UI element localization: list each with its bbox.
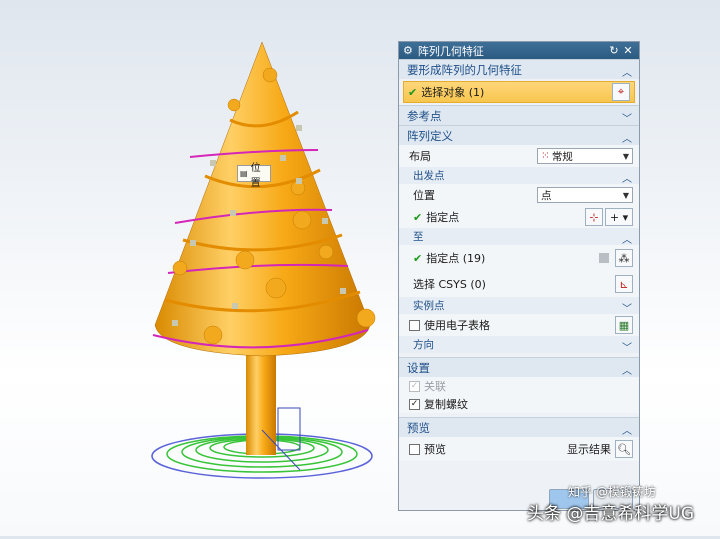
position-tooltip: ▤ 位置: [237, 163, 271, 189]
copy-threads-row[interactable]: ✓ 复制螺纹: [399, 395, 639, 413]
csys-icon[interactable]: ⊾: [615, 275, 633, 293]
associative-checkbox: ✓: [409, 380, 420, 392]
layout-dropdown[interactable]: ⁙ 常规 ▼: [537, 148, 633, 164]
chevron-up-icon[interactable]: ︿: [621, 170, 633, 185]
plus-point-icon[interactable]: + ▾: [605, 208, 633, 226]
to-specify-point-row[interactable]: ✔ 指定点 (19) ⁂: [399, 245, 639, 271]
show-result-label: 显示结果: [567, 443, 611, 456]
close-icon[interactable]: ✕: [621, 44, 635, 57]
subsection-to[interactable]: 至 ︿: [399, 228, 639, 246]
subsection-instance-points[interactable]: 实例点 ﹀: [399, 297, 639, 315]
select-object-row[interactable]: ✔ 选择对象 (1) ⌖: [403, 81, 635, 103]
point-dialog-icon[interactable]: ⊹: [585, 208, 603, 226]
toutiao-watermark: 头条 @吉意希科学UG: [527, 504, 695, 524]
checkmark-icon: ✔: [413, 251, 423, 265]
use-spreadsheet-checkbox[interactable]: [409, 319, 420, 331]
use-spreadsheet-row[interactable]: 使用电子表格 ▦: [399, 314, 639, 336]
associative-row: ✓ 关联: [399, 377, 639, 395]
checkmark-icon: ✔: [413, 210, 423, 224]
layout-label: 布局: [409, 150, 431, 163]
chevron-up-icon[interactable]: ︿: [621, 422, 633, 437]
chevron-up-icon[interactable]: ︿: [621, 130, 633, 145]
use-spreadsheet-label: 使用电子表格: [424, 319, 490, 332]
section-ref-point[interactable]: 参考点 ﹀: [399, 105, 639, 125]
position-dropdown[interactable]: 点 ▼: [537, 187, 633, 203]
from-specify-point-row[interactable]: ✔ 指定点 ⊹ + ▾: [399, 206, 639, 228]
pattern-geometry-dialog: ⚙ 阵列几何特征 ↻ ✕ 要形成阵列的几何特征 ︿ ✔ 选择对象 (1) ⌖ 参…: [398, 41, 640, 511]
chevron-up-icon[interactable]: ︿: [621, 362, 633, 377]
spreadsheet-icon[interactable]: ▦: [615, 316, 633, 334]
gray-square-icon: [599, 253, 609, 263]
gear-icon: ⚙: [403, 44, 413, 57]
section-geometry[interactable]: 要形成阵列的几何特征 ︿: [399, 59, 639, 79]
dropdown-arrow-icon: ▼: [622, 190, 629, 200]
section-ref-point-label: 参考点: [407, 108, 442, 123]
dropdown-arrow-icon: ▼: [622, 151, 629, 161]
crosshair-icon[interactable]: ⌖: [612, 83, 630, 101]
select-csys-row[interactable]: 选择 CSYS (0) ⊾: [399, 271, 639, 297]
subsection-from[interactable]: 出发点 ︿: [399, 167, 639, 185]
preview-row: 预览 显示结果 🔍︎: [399, 437, 639, 461]
to-label: 至: [413, 231, 424, 243]
checkmark-icon: ✔: [408, 85, 418, 99]
associative-label: 关联: [424, 380, 446, 393]
magnifier-icon[interactable]: 🔍︎: [615, 440, 633, 458]
section-array-def[interactable]: 阵列定义 ︿: [399, 125, 639, 145]
position-label: 位置: [413, 189, 435, 202]
layout-row: 布局 ⁙ 常规 ▼: [399, 145, 639, 167]
copy-threads-checkbox[interactable]: ✓: [409, 398, 420, 410]
chevron-down-icon[interactable]: ﹀: [621, 300, 633, 315]
position-value: 点: [541, 189, 552, 202]
from-specify-point-label: 指定点: [426, 211, 460, 224]
preview-checkbox[interactable]: [409, 443, 420, 455]
chevron-up-icon[interactable]: ︿: [621, 64, 633, 79]
select-object-label: 选择对象 (1): [421, 86, 485, 99]
instance-points-label: 实例点: [413, 300, 445, 312]
section-preview[interactable]: 预览 ︿: [399, 417, 639, 437]
chevron-down-icon[interactable]: ﹀: [621, 339, 633, 354]
subsection-direction[interactable]: 方向 ﹀: [399, 336, 639, 354]
reset-icon[interactable]: ↻: [607, 44, 621, 57]
section-geometry-label: 要形成阵列的几何特征: [407, 62, 522, 77]
copy-threads-label: 复制螺纹: [424, 398, 468, 411]
section-settings[interactable]: 设置 ︿: [399, 357, 639, 377]
from-label: 出发点: [413, 170, 445, 182]
direction-label: 方向: [413, 339, 434, 351]
select-csys-label: 选择 CSYS (0): [413, 278, 486, 291]
section-settings-label: 设置: [407, 360, 430, 375]
tooltip-label: 位置: [250, 162, 261, 189]
section-preview-label: 预览: [407, 420, 430, 435]
points-scatter-icon[interactable]: ⁂: [615, 249, 633, 267]
position-row: 位置 点 ▼: [399, 184, 639, 206]
preview-label: 预览: [424, 443, 446, 456]
dialog-title: 阵列几何特征: [417, 44, 484, 58]
section-array-def-label: 阵列定义: [407, 128, 453, 143]
tree-body: [154, 41, 371, 357]
chevron-up-icon[interactable]: ︿: [621, 231, 633, 246]
zhihu-watermark: 知乎 @模锻铸坊: [568, 485, 656, 499]
list-icon: ▤: [240, 169, 248, 178]
general-layout-icon: ⁙: [541, 150, 550, 162]
chevron-down-icon[interactable]: ﹀: [621, 110, 633, 125]
dialog-titlebar: ⚙ 阵列几何特征 ↻ ✕: [399, 42, 639, 59]
to-specify-point-label: 指定点 (19): [426, 252, 486, 265]
layout-value: 常规: [551, 150, 573, 163]
